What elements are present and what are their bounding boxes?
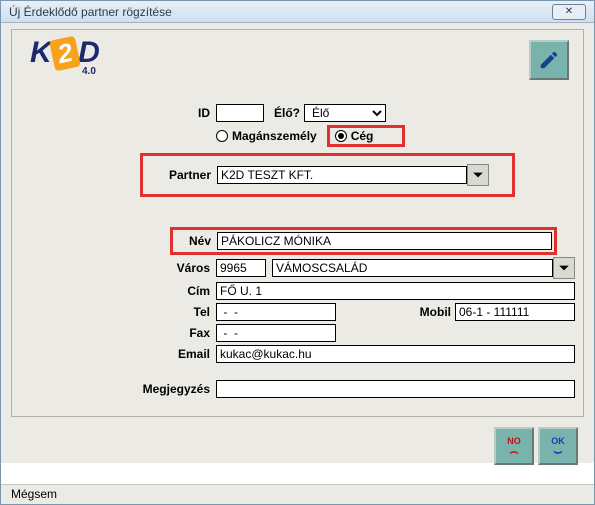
- megjegyzes-field[interactable]: [216, 380, 575, 398]
- varos-zip-field[interactable]: [216, 259, 266, 277]
- label-mobil: Mobil: [391, 305, 455, 319]
- label-megjegyzes: Megjegyzés: [20, 382, 216, 396]
- radio-icon: [335, 130, 347, 142]
- varos-dropdown-button[interactable]: [553, 257, 575, 279]
- no-button[interactable]: NO ⌢: [494, 427, 534, 465]
- highlight-ceg: Cég: [327, 125, 406, 147]
- radio-ceg[interactable]: Cég: [331, 129, 402, 143]
- brand-logo: K2D 4.0: [30, 36, 100, 77]
- id-field[interactable]: [216, 104, 264, 122]
- partner-field[interactable]: [217, 166, 467, 184]
- ok-button[interactable]: OK ⌣: [538, 427, 578, 465]
- label-varos: Város: [20, 261, 216, 275]
- form-area: ID Élő? Élő Magánszemély: [20, 104, 575, 401]
- smile-icon: ⌣: [553, 446, 562, 456]
- email-field[interactable]: [216, 345, 575, 363]
- chevron-down-icon: [472, 169, 484, 181]
- chevron-down-icon: [558, 262, 570, 274]
- radio-icon: [216, 130, 228, 142]
- cim-field[interactable]: [216, 282, 575, 300]
- label-cim: Cím: [20, 284, 216, 298]
- label-elo: Élő?: [264, 106, 304, 120]
- label-nev: Név: [175, 234, 217, 248]
- fax-field[interactable]: [216, 324, 336, 342]
- radio-maganszemely[interactable]: Magánszemély: [216, 129, 317, 143]
- footer-buttons: NO ⌢ OK ⌣: [494, 427, 578, 465]
- nev-field[interactable]: [217, 232, 552, 250]
- status-text: Mégsem: [11, 487, 57, 501]
- frown-icon: ⌢: [509, 446, 518, 456]
- pencil-icon: [538, 49, 560, 71]
- edit-button[interactable]: [529, 40, 569, 80]
- radio-label-magan: Magánszemély: [232, 129, 317, 143]
- content: K2D 4.0 ID Élő? Élő: [1, 23, 594, 463]
- logo-d: D: [78, 36, 100, 69]
- status-bar: Mégsem: [1, 484, 594, 504]
- close-icon[interactable]: ✕: [552, 4, 586, 20]
- window-title: Új Érdeklődő partner rögzítése: [9, 5, 172, 19]
- window: Új Érdeklődő partner rögzítése ✕ K2D 4.0…: [0, 0, 595, 505]
- label-id: ID: [20, 106, 216, 120]
- label-fax: Fax: [20, 326, 216, 340]
- logo-2: 2: [49, 36, 81, 72]
- logo-k: K: [30, 36, 52, 69]
- label-partner: Partner: [149, 168, 217, 182]
- highlight-partner: Partner: [140, 153, 515, 197]
- form-panel: K2D 4.0 ID Élő? Élő: [11, 29, 584, 417]
- label-tel: Tel: [20, 305, 216, 319]
- highlight-nev: Név: [170, 227, 557, 255]
- mobil-field[interactable]: [455, 303, 575, 321]
- label-email: Email: [20, 347, 216, 361]
- radio-label-ceg: Cég: [351, 129, 374, 143]
- tel-field[interactable]: [216, 303, 336, 321]
- varos-name-field[interactable]: [272, 259, 553, 277]
- elo-select[interactable]: Élő: [304, 104, 386, 122]
- partner-dropdown-button[interactable]: [467, 164, 489, 186]
- titlebar: Új Érdeklődő partner rögzítése ✕: [1, 1, 594, 23]
